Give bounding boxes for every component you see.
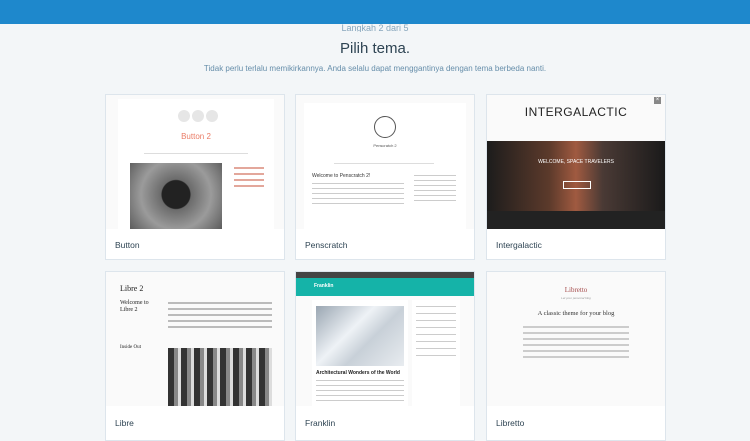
theme-preview[interactable]: × INTERGALACTIC WELCOME, SPACE TRAVELERS [487, 95, 665, 229]
theme-name[interactable]: Penscratch [305, 240, 348, 250]
preview-title: Libretto [564, 286, 588, 294]
step-indicator: Langkah 2 dari 5 [341, 24, 409, 32]
preview-title: Penscratch 2 [373, 143, 397, 148]
top-bar [0, 0, 750, 24]
theme-card-libre[interactable]: Libre 2 Welcome to Libre 2 Inside Out Li… [105, 271, 285, 441]
preview-photo [168, 348, 272, 406]
preview-welcome: Welcome to Libre 2 [120, 300, 149, 313]
preview-post-title: Architectural Wonders of the World [316, 370, 400, 376]
page-title: Pilih tema. [339, 40, 411, 57]
theme-name[interactable]: Button [115, 240, 140, 250]
page-subtitle: Tidak perlu terlalu memikirkannya. Anda … [203, 64, 547, 73]
preview-title: Button 2 [181, 132, 211, 141]
theme-card-intergalactic[interactable]: × INTERGALACTIC WELCOME, SPACE TRAVELERS… [486, 94, 666, 260]
preview-title: Libre 2 [120, 284, 144, 293]
theme-preview[interactable]: Libre 2 Welcome to Libre 2 Inside Out [106, 272, 284, 406]
pencil-icon [374, 116, 396, 138]
preview-inside: Inside Out [120, 345, 141, 350]
theme-card-button[interactable]: Button 2 Button [105, 94, 285, 260]
close-icon: × [654, 97, 661, 104]
preview-title: INTERGALACTIC [524, 105, 628, 119]
preview-heading: A classic theme for your blog [537, 310, 615, 317]
theme-name[interactable]: Libretto [496, 418, 524, 428]
preview-post-title: Welcome to Penscratch 2! [312, 173, 371, 179]
preview-photo [316, 306, 404, 366]
preview-hero: WELCOME, SPACE TRAVELERS [487, 141, 665, 229]
preview-subtitle: Let your personal blog [561, 296, 591, 300]
theme-name[interactable]: Libre [115, 418, 134, 428]
theme-card-penscratch[interactable]: Penscratch 2 Welcome to Penscratch 2! Pe… [295, 94, 475, 260]
decorative-circles [178, 109, 220, 127]
theme-name[interactable]: Franklin [305, 418, 335, 428]
preview-title: Franklin [314, 283, 334, 289]
preview-photo [130, 163, 222, 229]
theme-preview[interactable]: Penscratch 2 Welcome to Penscratch 2! [296, 95, 474, 229]
theme-preview[interactable]: Button 2 [106, 95, 284, 229]
theme-preview[interactable]: Libretto Let your personal blog A classi… [487, 272, 665, 406]
theme-card-franklin[interactable]: Franklin Architectural Wonders of the Wo… [295, 271, 475, 441]
theme-card-libretto[interactable]: Libretto Let your personal blog A classi… [486, 271, 666, 441]
theme-name[interactable]: Intergalactic [496, 240, 542, 250]
theme-preview[interactable]: Franklin Architectural Wonders of the Wo… [296, 272, 474, 406]
